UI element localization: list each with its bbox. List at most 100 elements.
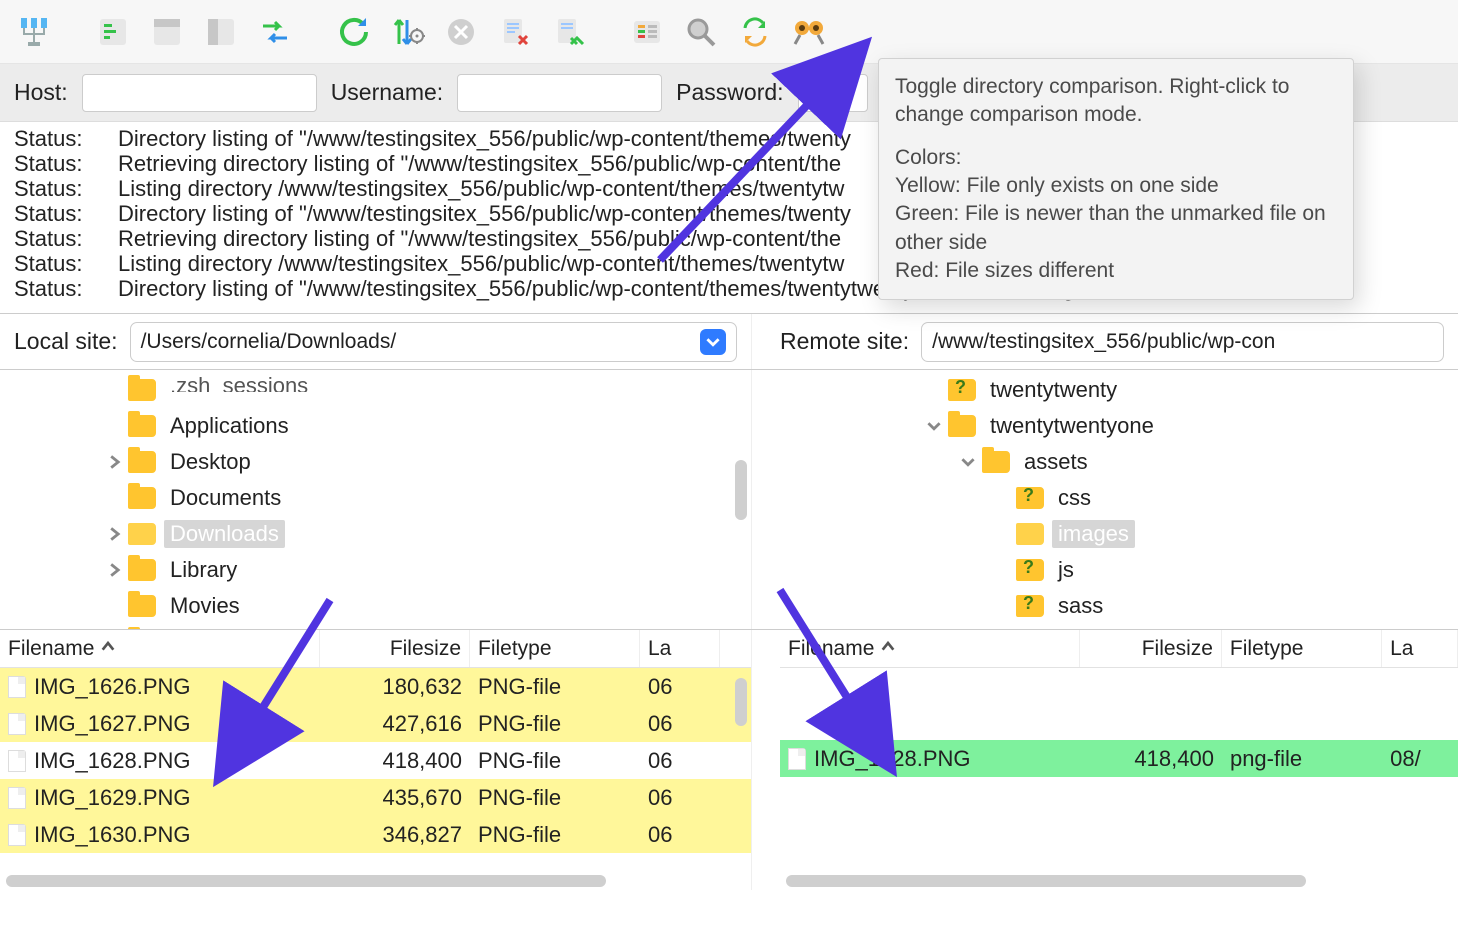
file-row[interactable]: IMG_1627.PNG427,616PNG-file06 xyxy=(0,705,751,742)
file-name-cell: IMG_1628.PNG xyxy=(0,748,320,774)
username-input[interactable] xyxy=(457,74,662,112)
log-prefix: Status: xyxy=(14,151,94,176)
column-header[interactable]: Filesize xyxy=(320,630,470,667)
column-label: Filetype xyxy=(1230,637,1304,661)
column-header[interactable]: Filetype xyxy=(470,630,640,667)
sort-asc-icon xyxy=(880,637,896,661)
tree-label: twentytwenty xyxy=(984,376,1123,404)
expand-arrow-icon[interactable] xyxy=(102,378,126,402)
sitemanager-icon[interactable] xyxy=(14,11,56,53)
expand-arrow-icon[interactable] xyxy=(922,378,946,402)
file-row[interactable]: IMG_1630.PNG346,827PNG-file06 xyxy=(0,816,751,853)
file-row[interactable]: IMG_1626.PNG180,632PNG-file06 xyxy=(0,668,751,705)
folder-icon xyxy=(128,523,156,545)
file-name-cell: IMG_1629.PNG xyxy=(0,785,320,811)
tree-item[interactable]: Music xyxy=(0,624,751,629)
expand-arrow-icon[interactable] xyxy=(102,522,126,546)
column-header[interactable]: La xyxy=(1382,630,1458,667)
local-file-list[interactable]: FilenameFilesizeFiletype La IMG_1626.PNG1… xyxy=(0,630,752,890)
remote-tree[interactable]: twentytwenty twentytwentyone assets cssimag… xyxy=(752,370,1458,629)
expand-arrow-icon[interactable] xyxy=(990,486,1014,510)
log-prefix: Status: xyxy=(14,276,94,301)
tree-item[interactable]: Library xyxy=(0,552,751,588)
folder-icon xyxy=(128,451,156,473)
file-icon xyxy=(8,676,26,698)
horizontal-scrollbar[interactable] xyxy=(780,872,1458,890)
expand-arrow-icon[interactable] xyxy=(102,486,126,510)
expand-arrow-icon[interactable] xyxy=(102,558,126,582)
expand-arrow-icon[interactable] xyxy=(922,414,946,438)
column-label: La xyxy=(648,637,671,661)
refresh-icon[interactable] xyxy=(332,11,374,53)
expand-arrow-icon[interactable] xyxy=(102,594,126,618)
folder-icon xyxy=(128,379,156,401)
remote-site-select[interactable]: /www/testingsitex_556/public/wp-con xyxy=(921,322,1444,362)
reconnect-icon[interactable] xyxy=(548,11,590,53)
file-icon xyxy=(8,713,26,735)
process-queue-icon[interactable] xyxy=(386,11,428,53)
tree-item[interactable]: Documents xyxy=(0,480,751,516)
log-icon[interactable] xyxy=(92,11,134,53)
expand-arrow-icon[interactable] xyxy=(102,414,126,438)
host-input[interactable] xyxy=(82,74,317,112)
expand-arrow-icon[interactable] xyxy=(102,450,126,474)
remote-tree-icon[interactable] xyxy=(200,11,242,53)
tree-item[interactable]: Downloads xyxy=(0,516,751,552)
tree-item[interactable]: .zsh_sessions xyxy=(0,372,751,408)
file-row[interactable]: IMG_1628.PNG418,400png-file08/ xyxy=(780,740,1458,777)
host-label: Host: xyxy=(14,79,68,106)
column-header[interactable]: La xyxy=(640,630,720,667)
cancel-icon[interactable] xyxy=(440,11,482,53)
local-site-path: /Users/cornelia/Downloads/ xyxy=(141,330,397,354)
column-header[interactable]: Filetype xyxy=(1222,630,1382,667)
password-input[interactable] xyxy=(798,74,868,112)
column-label: Filename xyxy=(788,637,874,661)
expand-arrow-icon[interactable] xyxy=(990,522,1014,546)
folder-icon xyxy=(128,559,156,581)
column-header[interactable]: Filename xyxy=(780,630,1080,667)
tree-label: Downloads xyxy=(164,520,285,548)
tree-label: assets xyxy=(1018,448,1094,476)
file-name-cell: IMG_1627.PNG xyxy=(0,711,320,737)
file-name: IMG_1626.PNG xyxy=(34,674,191,700)
tree-item[interactable]: twentytwenty xyxy=(752,372,1458,408)
disconnect-icon[interactable] xyxy=(494,11,536,53)
horizontal-scrollbar[interactable] xyxy=(0,872,751,890)
tree-item[interactable]: Movies xyxy=(0,588,751,624)
log-message: Directory listing of "/www/testingsitex_… xyxy=(118,126,851,151)
tree-item[interactable]: css xyxy=(752,480,1458,516)
filter-icon[interactable] xyxy=(626,11,668,53)
file-row[interactable]: IMG_1628.PNG418,400PNG-file06 xyxy=(0,742,751,779)
tooltip-line: Yellow: File only exists on one side xyxy=(895,174,1219,197)
local-tree-icon[interactable] xyxy=(146,11,188,53)
directory-compare-icon[interactable] xyxy=(680,11,722,53)
transfers-icon[interactable] xyxy=(254,11,296,53)
log-message: Listing directory /www/testingsitex_556/… xyxy=(118,176,844,201)
tree-item[interactable]: sass xyxy=(752,588,1458,624)
sync-browse-icon[interactable] xyxy=(734,11,776,53)
log-message: Directory listing of "/www/testingsitex_… xyxy=(118,201,851,226)
folder-icon xyxy=(948,415,976,437)
file-row[interactable]: IMG_1629.PNG435,670PNG-file06 xyxy=(0,779,751,816)
expand-arrow-icon[interactable] xyxy=(990,594,1014,618)
column-header[interactable]: Filesize xyxy=(1080,630,1221,667)
file-modified: 06 xyxy=(640,711,720,737)
remote-file-list[interactable]: Filename Filesize Filetype La IMG_1628.PNG4… xyxy=(752,630,1458,890)
local-tree[interactable]: .zsh_sessionsApplicationsDesktopDocument… xyxy=(0,370,752,629)
column-header[interactable]: Filename xyxy=(0,630,320,667)
file-modified: 08/ xyxy=(1382,746,1458,772)
tree-item[interactable]: assets xyxy=(752,444,1458,480)
find-icon[interactable] xyxy=(788,11,830,53)
tree-item[interactable]: Applications xyxy=(0,408,751,444)
local-site-select[interactable]: /Users/cornelia/Downloads/ xyxy=(130,322,737,362)
expand-arrow-icon[interactable] xyxy=(956,450,980,474)
tree-item[interactable]: twentytwentyone xyxy=(752,408,1458,444)
log-prefix: Status: xyxy=(14,251,94,276)
dropdown-icon[interactable] xyxy=(700,329,726,355)
expand-arrow-icon[interactable] xyxy=(990,558,1014,582)
tree-item[interactable]: images xyxy=(752,516,1458,552)
log-prefix: Status: xyxy=(14,201,94,226)
file-modified: 06 xyxy=(640,674,720,700)
tree-item[interactable]: js xyxy=(752,552,1458,588)
tree-item[interactable]: Desktop xyxy=(0,444,751,480)
